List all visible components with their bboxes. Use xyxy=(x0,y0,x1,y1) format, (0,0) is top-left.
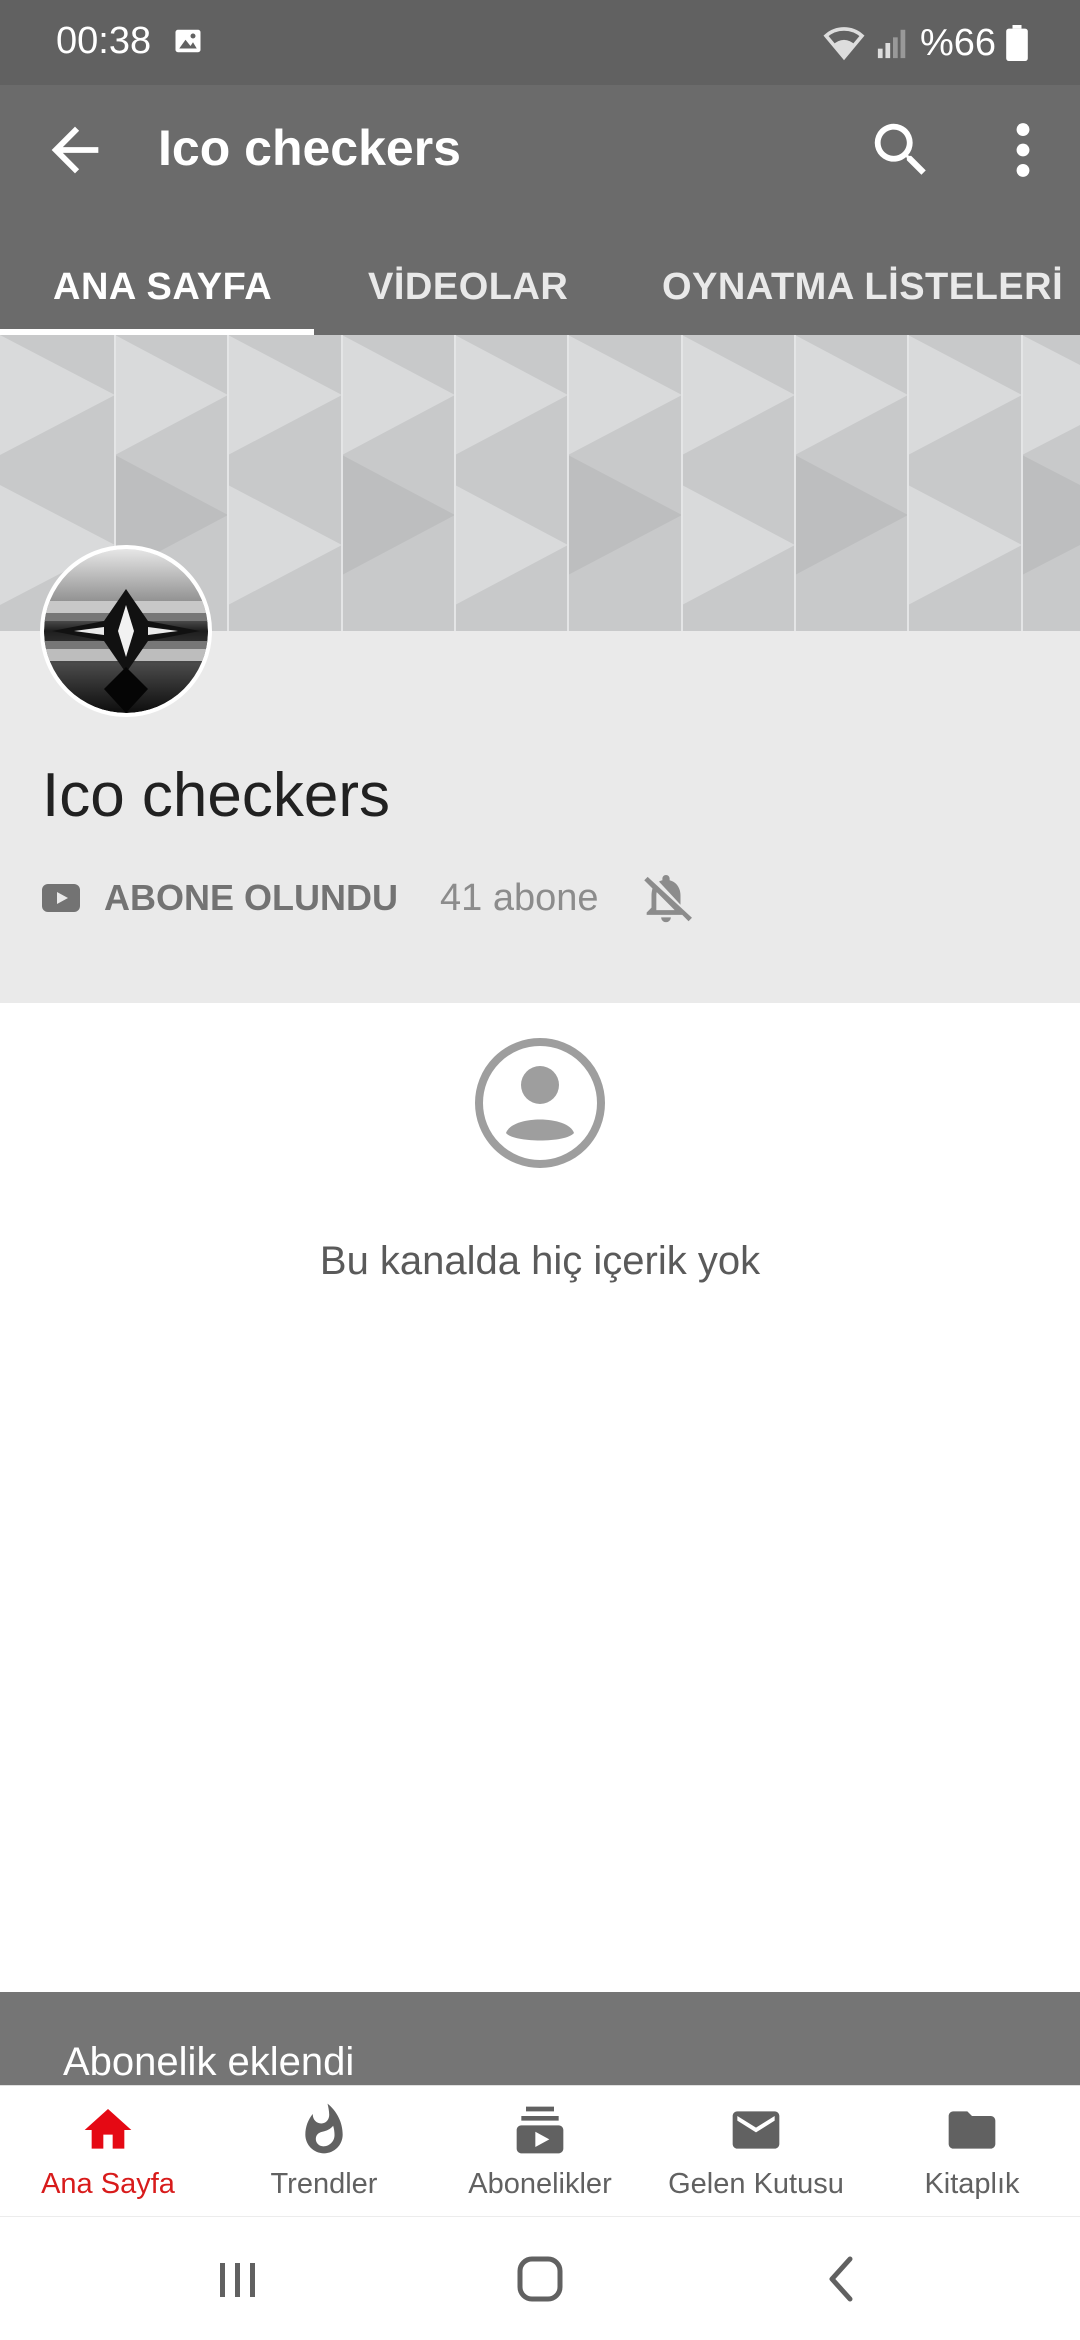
tab-videos[interactable]: VİDEOLAR xyxy=(368,240,568,335)
nav-label: Gelen Kutusu xyxy=(668,2168,844,2200)
mail-icon xyxy=(732,2111,780,2149)
system-back-icon[interactable] xyxy=(810,2247,874,2311)
nav-label: Abonelikler xyxy=(468,2168,612,2200)
nav-item-trending[interactable]: Trendler xyxy=(216,2086,432,2216)
nav-item-library[interactable]: Kitaplık xyxy=(864,2086,1080,2216)
empty-message: Bu kanalda hiç içerik yok xyxy=(319,1239,761,1283)
back-arrow-icon[interactable] xyxy=(40,115,110,185)
account-circle-icon xyxy=(475,1038,605,1168)
notifications-off-icon[interactable] xyxy=(637,869,695,927)
tab-playlists[interactable]: OYNATMA LİSTELERİ xyxy=(662,240,1063,335)
youtube-subscribe-icon[interactable] xyxy=(42,884,80,912)
snackbar-message: Abonelik eklendi xyxy=(63,2040,355,2084)
page-title: Ico checkers xyxy=(158,120,461,176)
nav-label: Kitaplık xyxy=(924,2168,1020,2200)
more-vert-icon[interactable] xyxy=(1000,115,1046,185)
status-time: 00:38 xyxy=(56,20,152,62)
tab-home[interactable]: ANA SAYFA xyxy=(53,240,272,335)
nav-label: Ana Sayfa xyxy=(41,2168,175,2200)
channel-logo xyxy=(44,549,208,713)
home-button-icon[interactable] xyxy=(508,2247,572,2311)
status-bar: 00:38 %66 xyxy=(0,0,1080,85)
search-icon[interactable] xyxy=(866,115,936,185)
channel-avatar[interactable] xyxy=(40,545,212,717)
subscribed-button[interactable]: ABONE OLUNDU xyxy=(104,877,398,919)
nav-item-home[interactable]: Ana Sayfa xyxy=(0,2086,216,2216)
recent-apps-icon[interactable] xyxy=(206,2247,270,2311)
app-bar: Ico checkers ANA SAYFA VİDEOLAR OYNATMA … xyxy=(0,85,1080,335)
channel-name: Ico checkers xyxy=(42,761,391,830)
status-right: %66 xyxy=(822,18,1028,68)
channel-tabs: ANA SAYFA VİDEOLAR OYNATMA LİSTELERİ xyxy=(0,240,1080,335)
battery-percentage: %66 xyxy=(919,21,996,64)
nav-item-subscriptions[interactable]: Abonelikler xyxy=(432,2086,648,2216)
wifi-icon xyxy=(823,27,865,61)
empty-state: Bu kanalda hiç içerik yok xyxy=(0,1003,1080,1993)
nav-label: Trendler xyxy=(270,2168,378,2200)
home-icon xyxy=(84,2109,132,2149)
snackbar: Abonelik eklendi xyxy=(0,1992,1080,2085)
system-nav-bar xyxy=(0,2216,1080,2340)
subscription-row: ABONE OLUNDU 41 abone xyxy=(42,868,695,928)
signal-icon xyxy=(877,29,906,59)
bottom-nav: Ana Sayfa Trendler Abonelikler Gelen Kut… xyxy=(0,2085,1080,2215)
flame-icon xyxy=(305,2103,343,2154)
battery-icon xyxy=(1006,25,1028,61)
subscriber-count: 41 abone xyxy=(440,876,599,919)
folder-icon xyxy=(948,2111,996,2149)
subscriptions-icon xyxy=(516,2106,564,2154)
image-notification-icon xyxy=(175,29,201,53)
nav-item-inbox[interactable]: Gelen Kutusu xyxy=(648,2086,864,2216)
